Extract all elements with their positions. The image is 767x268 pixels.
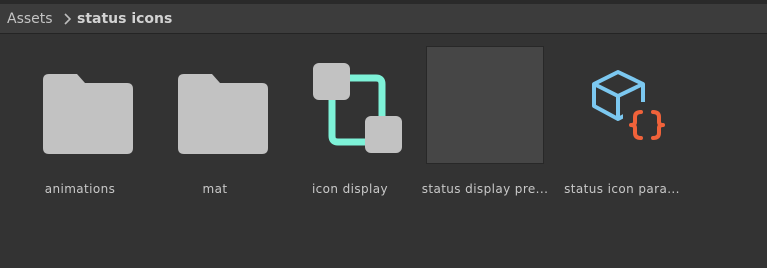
asset-label: status display pre... bbox=[421, 182, 549, 196]
asset-item-icon-display[interactable]: icon display bbox=[283, 46, 417, 196]
toolbar-edge bbox=[0, 0, 767, 4]
asset-item-mat[interactable]: mat bbox=[148, 46, 282, 196]
breadcrumb-current[interactable]: status icons bbox=[77, 10, 172, 28]
breadcrumb: Assets status icons bbox=[0, 0, 767, 34]
material-preview-thumbnail bbox=[426, 46, 544, 164]
project-browser: Assets status icons animations mat icon … bbox=[0, 0, 767, 268]
asset-label: icon display bbox=[311, 182, 389, 196]
asset-item-animations[interactable]: animations bbox=[13, 46, 147, 196]
asset-label: status icon para... bbox=[564, 182, 680, 196]
prefab-variant-icon bbox=[313, 63, 402, 153]
asset-item-status-display[interactable]: status display pre... bbox=[418, 46, 552, 196]
asset-item-status-icon-params[interactable]: status icon para... bbox=[555, 46, 689, 196]
folder-icon bbox=[178, 74, 268, 154]
asset-label: mat bbox=[202, 182, 228, 196]
breadcrumb-root[interactable]: Assets bbox=[7, 10, 53, 28]
asset-preview bbox=[426, 46, 544, 164]
asset-label: animations bbox=[44, 182, 116, 196]
chevron-right-icon bbox=[64, 13, 72, 25]
asset-grid: animations mat icon display status displ… bbox=[0, 34, 767, 268]
folder-icon bbox=[43, 74, 133, 154]
script-cube-icon bbox=[592, 70, 669, 146]
